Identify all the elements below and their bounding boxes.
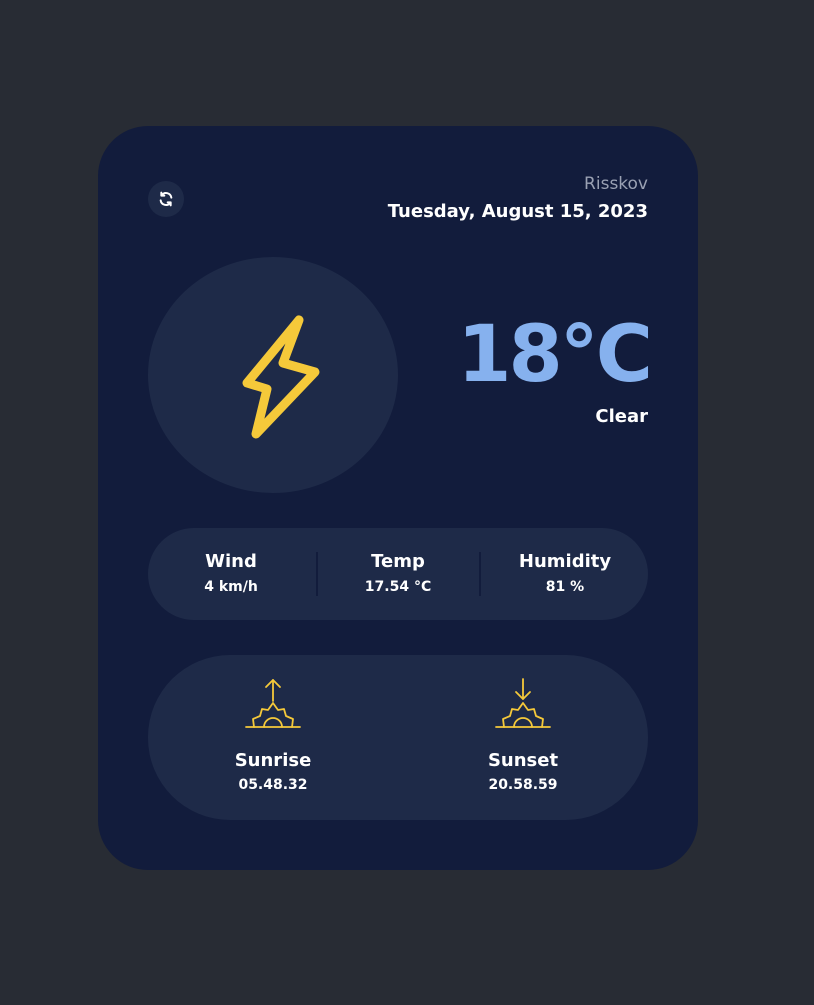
stat-wind: Wind 4 km/h — [151, 550, 311, 597]
weather-icon-container — [148, 257, 398, 493]
weather-condition: Clear — [595, 406, 648, 427]
stat-humidity-value: 81 % — [545, 579, 585, 595]
sunset-icon — [495, 678, 551, 728]
location-name: Risskov — [584, 174, 648, 194]
stat-wind-value: 4 km/h — [204, 579, 258, 595]
sunset: Sunset 20.58.59 — [453, 677, 593, 795]
sunrise-icon — [245, 679, 301, 728]
current-temperature: 18°C — [457, 310, 653, 400]
weather-stats-panel: Wind 4 km/h Temp 17.54 °C Humidity 81 % — [148, 528, 648, 620]
lightning-icon — [242, 315, 320, 439]
weather-card: Risskov Tuesday, August 15, 2023 18°C Cl… — [98, 126, 698, 870]
sunrise: Sunrise 05.48.32 — [203, 677, 343, 795]
refresh-button[interactable] — [148, 181, 184, 217]
sunrise-time: 05.48.32 — [238, 777, 308, 793]
stats-divider — [479, 552, 481, 596]
stat-temp-value: 17.54 °C — [364, 579, 432, 595]
sun-times-panel: Sunrise 05.48.32 Sunset 20.58.59 — [148, 655, 648, 820]
stat-wind-label: Wind — [205, 551, 257, 572]
sunrise-label: Sunrise — [234, 750, 312, 771]
refresh-icon — [159, 191, 173, 207]
sunset-label: Sunset — [487, 750, 559, 771]
stat-humidity: Humidity 81 % — [485, 550, 645, 597]
stat-temp: Temp 17.54 °C — [318, 550, 478, 597]
stat-temp-label: Temp — [371, 551, 425, 572]
stat-humidity-label: Humidity — [518, 551, 612, 572]
sunset-time: 20.58.59 — [488, 777, 558, 793]
current-date: Tuesday, August 15, 2023 — [387, 201, 648, 222]
